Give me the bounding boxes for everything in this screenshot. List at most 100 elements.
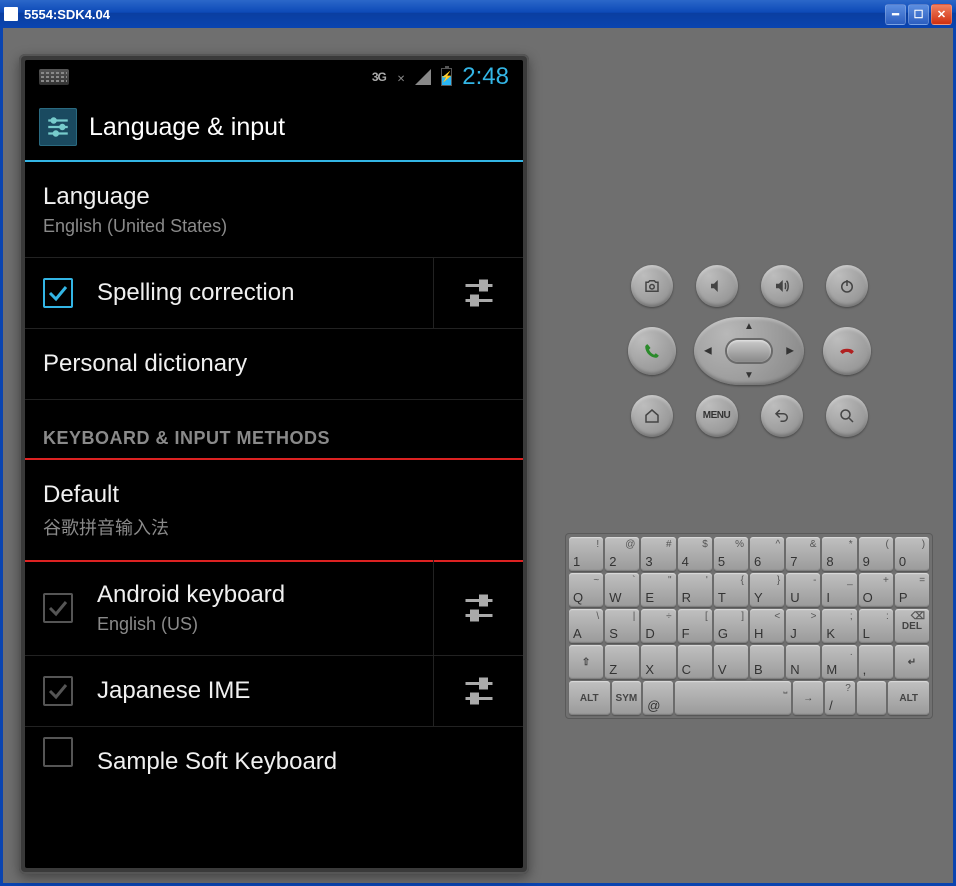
key-↵[interactable]: ↵ bbox=[895, 645, 929, 679]
volume-down-button[interactable] bbox=[696, 265, 738, 307]
key-⇧[interactable]: ⇧ bbox=[569, 645, 603, 679]
row-sample-soft-keyboard[interactable]: Sample Soft Keyboard bbox=[25, 727, 523, 777]
window-titlebar[interactable]: 5554:SDK4.04 ━ ☐ ✕ bbox=[0, 0, 956, 28]
back-button[interactable] bbox=[761, 395, 803, 437]
dpad-up-icon[interactable]: ▲ bbox=[744, 321, 754, 332]
key-m[interactable]: M. bbox=[822, 645, 856, 679]
end-call-button[interactable] bbox=[823, 327, 871, 375]
settings-sliders-button[interactable] bbox=[433, 258, 523, 328]
row-title: Language bbox=[43, 182, 505, 212]
dpad-left-icon[interactable]: ◀ bbox=[704, 345, 712, 356]
key-q[interactable]: Q~ bbox=[569, 573, 603, 607]
row-spelling-correction[interactable]: Spelling correction bbox=[25, 258, 523, 329]
key-3[interactable]: 3# bbox=[641, 537, 675, 571]
key-a[interactable]: A\ bbox=[569, 609, 603, 643]
emulator-controls-panel: ▲ ▼ ◀ ▶ MENU 1!2@3#4$5%6^7&8*9(0) Q~W`E"… bbox=[545, 28, 953, 883]
key-p[interactable]: P= bbox=[895, 573, 929, 607]
row-title: Android keyboard bbox=[97, 580, 423, 610]
row-title: Spelling correction bbox=[97, 278, 423, 308]
dpad[interactable]: ▲ ▼ ◀ ▶ bbox=[694, 317, 804, 385]
key-c[interactable]: C bbox=[678, 645, 712, 679]
key-alt[interactable]: ALT bbox=[888, 681, 929, 715]
call-button[interactable] bbox=[628, 327, 676, 375]
key-→[interactable]: → bbox=[793, 681, 823, 715]
key-e[interactable]: E" bbox=[641, 573, 675, 607]
key-,[interactable]: , bbox=[859, 645, 893, 679]
row-title: Personal dictionary bbox=[43, 349, 505, 379]
key-z[interactable]: Z bbox=[605, 645, 639, 679]
row-subtitle: 谷歌拼音输入法 bbox=[43, 514, 505, 540]
key-2[interactable]: 2@ bbox=[605, 537, 639, 571]
status-bar[interactable]: 3G ✕ ⚡ 2:48 bbox=[25, 60, 523, 94]
key-j[interactable]: J> bbox=[786, 609, 820, 643]
key-r[interactable]: R' bbox=[678, 573, 712, 607]
signal-icon bbox=[415, 69, 431, 85]
key-space[interactable]: ⎵ bbox=[675, 681, 791, 715]
key-sym[interactable]: SYM bbox=[612, 681, 642, 715]
key-7[interactable]: 7& bbox=[786, 537, 820, 571]
key-alt[interactable]: ALT bbox=[569, 681, 610, 715]
key-0[interactable]: 0) bbox=[895, 537, 929, 571]
key-v[interactable]: V bbox=[714, 645, 748, 679]
key-l[interactable]: L: bbox=[859, 609, 893, 643]
window-icon bbox=[4, 7, 18, 21]
key-w[interactable]: W` bbox=[605, 573, 639, 607]
key-9[interactable]: 9( bbox=[859, 537, 893, 571]
key-x[interactable]: X bbox=[641, 645, 675, 679]
checkbox-unchecked-icon[interactable] bbox=[43, 737, 73, 767]
key-h[interactable]: H< bbox=[750, 609, 784, 643]
page-header: Language & input bbox=[25, 94, 523, 156]
key-y[interactable]: Y} bbox=[750, 573, 784, 607]
key-space[interactable] bbox=[857, 681, 887, 715]
row-subtitle: English (United States) bbox=[43, 216, 505, 237]
dpad-right-icon[interactable]: ▶ bbox=[786, 345, 794, 356]
key-4[interactable]: 4$ bbox=[678, 537, 712, 571]
checkbox-checked-disabled-icon[interactable] bbox=[43, 593, 73, 623]
key-d[interactable]: D÷ bbox=[641, 609, 675, 643]
dpad-center-button[interactable] bbox=[727, 340, 771, 362]
key-n[interactable]: N bbox=[786, 645, 820, 679]
row-japanese-ime[interactable]: Japanese IME bbox=[25, 656, 523, 727]
key-@[interactable]: @ bbox=[643, 681, 673, 715]
page-title: Language & input bbox=[89, 113, 285, 142]
key-5[interactable]: 5% bbox=[714, 537, 748, 571]
settings-sliders-button[interactable] bbox=[433, 560, 523, 655]
key-6[interactable]: 6^ bbox=[750, 537, 784, 571]
key-k[interactable]: K; bbox=[822, 609, 856, 643]
key-s[interactable]: S| bbox=[605, 609, 639, 643]
search-button[interactable] bbox=[826, 395, 868, 437]
key-o[interactable]: O+ bbox=[859, 573, 893, 607]
key-i[interactable]: I_ bbox=[822, 573, 856, 607]
key-1[interactable]: 1! bbox=[569, 537, 603, 571]
camera-button[interactable] bbox=[631, 265, 673, 307]
key-8[interactable]: 8* bbox=[822, 537, 856, 571]
key-del[interactable]: DEL⌫ bbox=[895, 609, 929, 643]
key-u[interactable]: U- bbox=[786, 573, 820, 607]
row-language[interactable]: Language English (United States) bbox=[25, 162, 523, 258]
emulator-device-frame: 3G ✕ ⚡ 2:48 Language & input bbox=[3, 28, 545, 883]
row-personal-dictionary[interactable]: Personal dictionary bbox=[25, 329, 523, 400]
row-subtitle: English (US) bbox=[97, 614, 423, 635]
volume-up-button[interactable] bbox=[761, 265, 803, 307]
close-button[interactable]: ✕ bbox=[931, 4, 952, 25]
menu-button[interactable]: MENU bbox=[696, 395, 738, 437]
checkbox-checked-disabled-icon[interactable] bbox=[43, 676, 73, 706]
device-screen: 3G ✕ ⚡ 2:48 Language & input bbox=[25, 60, 523, 868]
key-t[interactable]: T{ bbox=[714, 573, 748, 607]
row-title: Sample Soft Keyboard bbox=[97, 747, 505, 777]
power-button[interactable] bbox=[826, 265, 868, 307]
home-button[interactable] bbox=[631, 395, 673, 437]
checkbox-checked-icon[interactable] bbox=[43, 278, 73, 308]
row-default-input[interactable]: Default 谷歌拼音输入法 bbox=[25, 458, 523, 562]
dpad-down-icon[interactable]: ▼ bbox=[744, 370, 754, 381]
key-f[interactable]: F[ bbox=[678, 609, 712, 643]
settings-list[interactable]: Language English (United States) Spellin… bbox=[25, 162, 523, 777]
key-b[interactable]: B bbox=[750, 645, 784, 679]
settings-sliders-button[interactable] bbox=[433, 656, 523, 726]
settings-sliders-icon bbox=[39, 108, 77, 146]
minimize-button[interactable]: ━ bbox=[885, 4, 906, 25]
key-g[interactable]: G] bbox=[714, 609, 748, 643]
key-/[interactable]: /? bbox=[825, 681, 855, 715]
maximize-button[interactable]: ☐ bbox=[908, 4, 929, 25]
row-android-keyboard[interactable]: Android keyboard English (US) bbox=[25, 560, 523, 656]
